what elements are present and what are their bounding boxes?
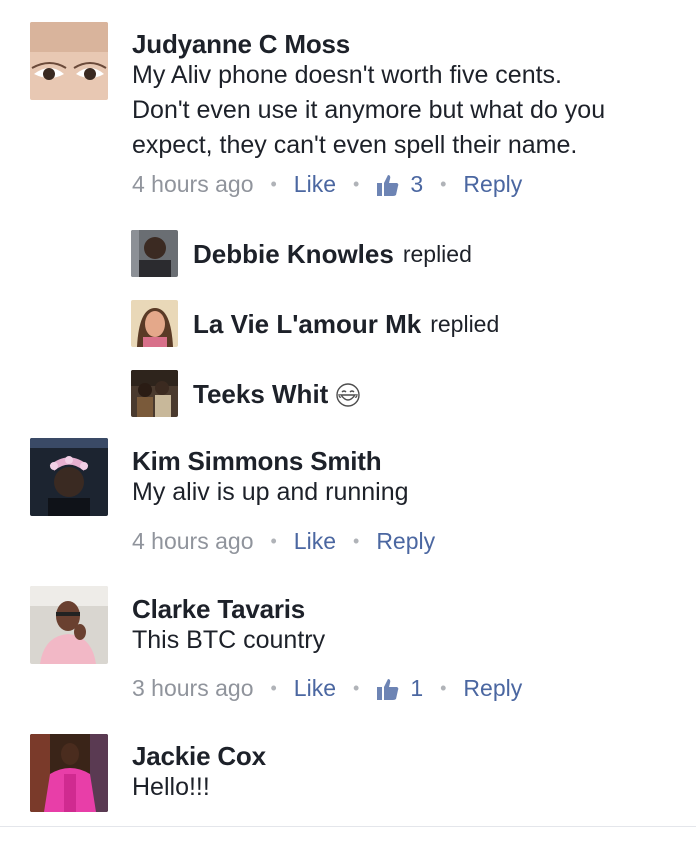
like-button[interactable]: Like xyxy=(294,528,336,555)
avatar-photo xyxy=(131,300,178,347)
thumbs-up-icon xyxy=(377,678,399,700)
replied-label: replied xyxy=(402,241,472,267)
separator-dot: • xyxy=(440,678,447,698)
avatar[interactable] xyxy=(131,300,178,347)
timestamp: 4 hours ago xyxy=(132,528,254,554)
comment-meta: 4 hours ago • Like • 3 • Reply xyxy=(132,171,522,198)
comment-meta: 4 hours ago • Like • Reply xyxy=(132,528,435,555)
reply-author[interactable]: Teeks Whit xyxy=(193,379,361,410)
avatar[interactable] xyxy=(30,438,108,516)
separator-dot: • xyxy=(353,678,360,698)
like-count-value: 1 xyxy=(410,675,424,701)
reply-author-name: Teeks Whit xyxy=(193,379,329,409)
comment-author[interactable]: Jackie Cox xyxy=(132,741,266,772)
avatar[interactable] xyxy=(131,230,178,277)
comment-author[interactable]: Kim Simmons Smith xyxy=(132,446,382,477)
separator-dot: • xyxy=(353,174,360,194)
separator-dot: • xyxy=(270,678,277,698)
timestamp: 3 hours ago xyxy=(132,675,254,701)
separator-dot: • xyxy=(270,174,277,194)
reply-button[interactable]: Reply xyxy=(463,171,522,198)
reply-author-name: La Vie L'amour Mk xyxy=(193,309,422,339)
reply-button[interactable]: Reply xyxy=(463,675,522,702)
like-count[interactable]: 1 xyxy=(376,675,423,702)
timestamp: 4 hours ago xyxy=(132,171,254,197)
comment-text-line: My aliv is up and running xyxy=(132,478,409,506)
comment-text-line: Hello!!! xyxy=(132,773,210,801)
comment-text-line: expect, they can't even spell their name… xyxy=(132,131,578,159)
avatar[interactable] xyxy=(131,370,178,417)
avatar[interactable] xyxy=(30,734,108,812)
bottom-divider xyxy=(0,826,696,827)
like-count-value: 3 xyxy=(410,171,424,197)
separator-dot: • xyxy=(440,174,447,194)
avatar-photo xyxy=(30,438,108,516)
avatar[interactable] xyxy=(30,22,108,100)
avatar-photo xyxy=(30,22,108,100)
comment-author[interactable]: Clarke Tavaris xyxy=(132,594,305,625)
like-button[interactable]: Like xyxy=(294,171,336,198)
comment-text-line: My Aliv phone doesn't worth five cents. xyxy=(132,61,562,89)
reply-author[interactable]: La Vie L'amour Mk replied xyxy=(193,309,499,340)
avatar[interactable] xyxy=(30,586,108,664)
reply-author-name: Debbie Knowles xyxy=(193,239,394,269)
laughing-emoji-icon xyxy=(336,382,361,407)
like-count[interactable]: 3 xyxy=(376,171,423,198)
comment-text-line: Don't even use it anymore but what do yo… xyxy=(132,96,606,124)
replied-label: replied xyxy=(430,311,500,337)
avatar-photo xyxy=(30,586,108,664)
like-button[interactable]: Like xyxy=(294,675,336,702)
reply-author[interactable]: Debbie Knowles replied xyxy=(193,239,472,270)
avatar-photo xyxy=(131,370,178,417)
reply-button[interactable]: Reply xyxy=(376,528,435,555)
comment-author[interactable]: Judyanne C Moss xyxy=(132,29,350,60)
avatar-photo xyxy=(131,230,178,277)
comment-text-line: This BTC country xyxy=(132,626,326,654)
separator-dot: • xyxy=(270,531,277,551)
comment-meta: 3 hours ago • Like • 1 • Reply xyxy=(132,675,522,702)
avatar-photo xyxy=(30,734,108,812)
thumbs-up-icon xyxy=(377,174,399,196)
separator-dot: • xyxy=(353,531,360,551)
